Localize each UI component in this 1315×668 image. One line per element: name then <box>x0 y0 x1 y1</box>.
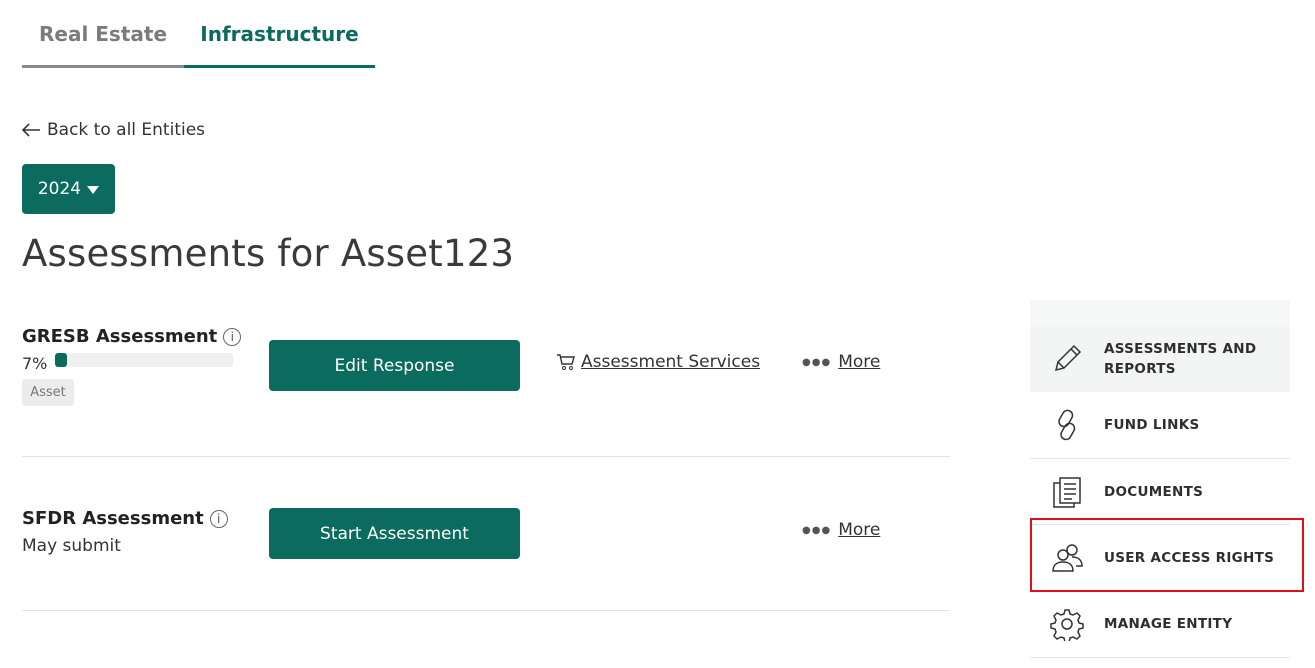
back-link-label: Back to all Entities <box>47 120 206 140</box>
assessment-name-gresb: GRESB Assessment i <box>22 326 242 347</box>
caret-down-icon <box>87 186 100 194</box>
side-nav-label: DOCUMENTS <box>1104 483 1204 500</box>
row-divider <box>22 456 950 457</box>
more-menu-gresb[interactable]: ●●● More <box>802 352 880 372</box>
pencil-icon <box>1030 342 1104 376</box>
side-nav-fund-links[interactable]: FUND LINKS <box>1030 392 1290 459</box>
arrow-left-icon <box>22 123 40 137</box>
page-title: Assessments for Asset123 <box>22 232 515 275</box>
more-menu-sfdr[interactable]: ●●● More <box>802 520 880 540</box>
entity-type-badge: Asset <box>22 379 74 406</box>
more-dots-icon: ●●● <box>802 524 832 536</box>
assessment-status: May submit <box>22 536 121 556</box>
assessment-title: GRESB Assessment <box>22 326 218 347</box>
side-nav-documents[interactable]: DOCUMENTS <box>1030 459 1290 525</box>
row-divider <box>22 610 950 611</box>
info-icon[interactable]: i <box>209 509 228 528</box>
side-nav-user-access-rights[interactable]: USER ACCESS RIGHTS <box>1030 525 1290 591</box>
documents-icon <box>1030 475 1104 509</box>
start-assessment-button[interactable]: Start Assessment <box>269 508 520 559</box>
gear-icon <box>1030 607 1104 641</box>
side-nav-label: ASSESSMENTS AND REPORTS <box>1104 341 1257 377</box>
tab-real-estate[interactable]: Real Estate <box>22 20 184 68</box>
link-icon <box>1030 408 1104 442</box>
cart-icon <box>557 354 575 370</box>
side-nav-assessments-and-reports[interactable]: ASSESSMENTS AND REPORTS <box>1030 326 1290 392</box>
side-nav-label: USER ACCESS RIGHTS <box>1104 549 1275 566</box>
assessment-services-label: Assessment Services <box>581 352 761 372</box>
side-nav-header <box>1030 300 1290 326</box>
side-nav-label: FUND LINKS <box>1104 417 1200 433</box>
edit-response-button[interactable]: Edit Response <box>269 340 520 391</box>
assessment-name-sfdr: SFDR Assessment i <box>22 508 228 529</box>
year-value: 2024 <box>37 179 82 199</box>
assessment-title: SFDR Assessment <box>22 508 204 529</box>
more-label: More <box>838 352 881 372</box>
tab-infrastructure[interactable]: Infrastructure <box>184 20 375 68</box>
assessment-services-link[interactable]: Assessment Services <box>556 352 760 372</box>
users-icon <box>1030 541 1104 575</box>
side-nav-manage-entity[interactable]: MANAGE ENTITY <box>1030 591 1290 658</box>
side-nav-label: MANAGE ENTITY <box>1104 616 1233 632</box>
progress-percent: 7% <box>22 354 48 373</box>
back-to-entities-link[interactable]: Back to all Entities <box>22 120 205 140</box>
info-icon[interactable]: i <box>223 327 242 346</box>
progress-fill <box>55 353 68 367</box>
progress-bar <box>55 353 233 367</box>
year-dropdown[interactable]: 2024 <box>22 164 115 214</box>
more-dots-icon: ●●● <box>802 356 832 368</box>
more-label: More <box>838 520 881 540</box>
